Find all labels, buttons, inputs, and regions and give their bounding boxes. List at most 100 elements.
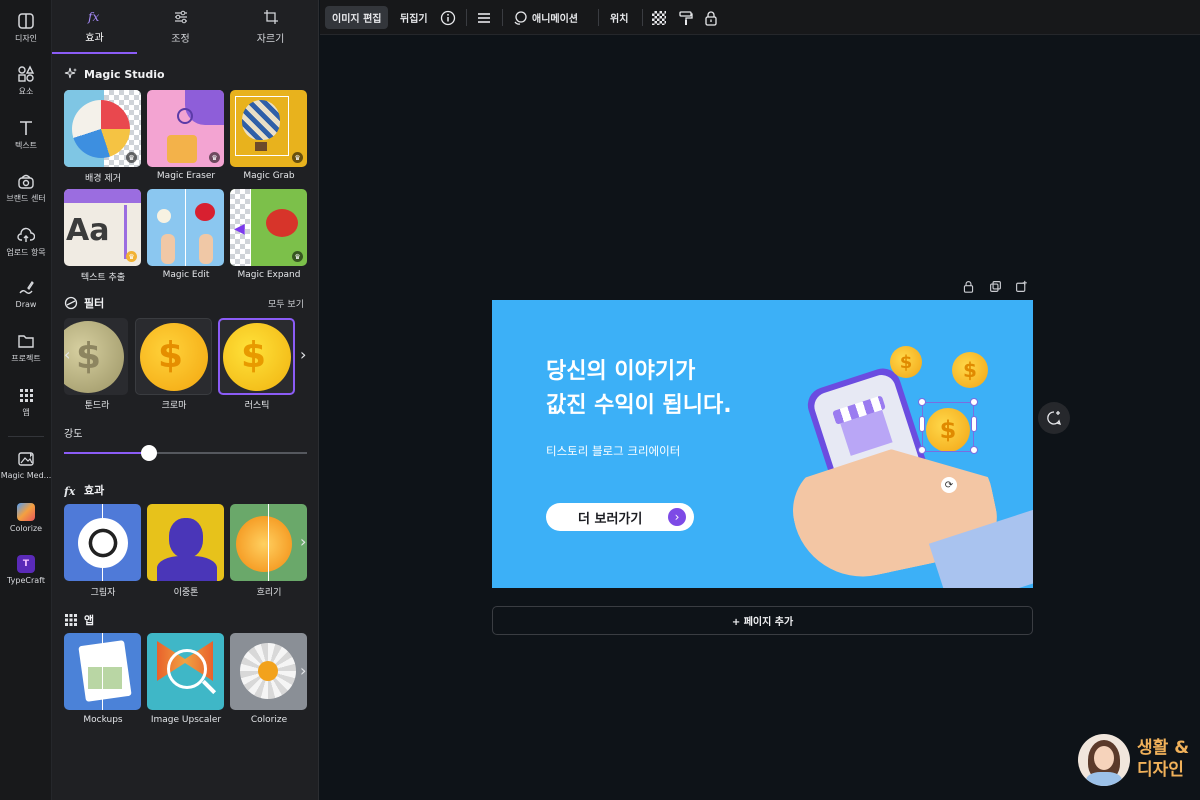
fx-icon: fx [87, 10, 99, 24]
side-handle[interactable] [919, 416, 925, 432]
effects-title: 효과 [84, 484, 105, 497]
rail-item-apps[interactable]: 앱 [0, 386, 52, 418]
resize-handle[interactable] [918, 446, 926, 454]
tab-adjust[interactable]: 조정 [138, 0, 223, 54]
strength-slider-thumb[interactable] [141, 445, 158, 461]
rail-label: 요소 [18, 87, 34, 96]
rail-label: 업로드 항목 [6, 248, 46, 257]
apps-heading: 앱 [64, 612, 94, 628]
paint-roller-button[interactable] [678, 6, 694, 29]
app-image-upscaler[interactable] [147, 633, 224, 710]
add-comment-button[interactable] [1038, 402, 1070, 434]
tool-magic-expand[interactable]: ◀ ♛ [230, 189, 307, 266]
page-duplicate-icon[interactable] [989, 280, 1002, 293]
hot-air-balloon-image [242, 100, 280, 140]
tool-label: Magic Eraser [156, 171, 216, 181]
info-icon [440, 10, 456, 25]
effects-scroll-right-icon[interactable]: › [300, 532, 306, 551]
rail-item-brand[interactable]: 브랜드 센터 [0, 172, 52, 204]
rail-item-draw[interactable]: Draw [0, 279, 52, 309]
rail-item-uploads[interactable]: 업로드 항목 [0, 226, 52, 258]
split-line [268, 504, 269, 581]
magic-studio-title: Magic Studio [84, 67, 165, 81]
avatar [1078, 734, 1130, 786]
paint-roller-icon [679, 10, 693, 25]
subtitle-text[interactable]: 티스토리 블로그 크리에이터 [546, 443, 680, 459]
effect-blur[interactable] [230, 504, 307, 581]
watermark-line-1: 생활 & [1137, 738, 1190, 758]
dollar-sign: $ [241, 335, 267, 376]
folder-icon [18, 335, 34, 348]
design-page[interactable]: 당신의 이야기가 값진 수익이 됩니다. 티스토리 블로그 크리에이터 더 보러… [492, 300, 1033, 588]
filter-rustic[interactable]: $ [218, 318, 295, 395]
animation-button[interactable]: 애니메이션 [512, 6, 578, 29]
tab-effects[interactable]: fx 효과 [52, 0, 137, 54]
strength-slider-track[interactable] [64, 445, 307, 461]
filter-scroll-left-icon[interactable]: ‹ [64, 345, 70, 364]
position-button[interactable]: 위치 [610, 6, 628, 29]
tool-magic-grab[interactable]: ♛ [230, 90, 307, 167]
tool-magic-eraser[interactable]: ♛ [147, 90, 224, 167]
add-page-button[interactable]: + 페이지 추가 [492, 606, 1033, 635]
apps-scroll-right-icon[interactable]: › [300, 661, 306, 680]
app-colorize[interactable] [230, 633, 307, 710]
effect-duotone[interactable] [147, 504, 224, 581]
crown-icon: ♛ [292, 251, 303, 262]
layout-icon [18, 13, 34, 29]
cta-button[interactable]: 더 보러가기 › [546, 503, 694, 531]
effect-shadow[interactable] [64, 504, 141, 581]
headline-line-1[interactable]: 당신의 이야기가 [546, 356, 695, 388]
info-button[interactable] [440, 6, 456, 29]
rail-label: 앱 [22, 408, 30, 417]
resize-handle[interactable] [970, 446, 978, 454]
tab-crop[interactable]: 자르기 [228, 0, 313, 54]
rail-label: 디자인 [14, 34, 38, 43]
rail-item-design[interactable]: 디자인 [0, 12, 52, 44]
app-label: Mockups [83, 715, 123, 725]
rail-label: 브랜드 센터 [6, 194, 46, 203]
context-toolbar: 이미지 편집 뒤집기 애니메이션 위치 [320, 0, 1200, 35]
tool-text-extract[interactable]: Aa ♛ [64, 189, 141, 266]
lock-button[interactable] [703, 6, 719, 29]
transparency-button[interactable] [652, 6, 666, 29]
sparkle-icon [64, 67, 77, 79]
resize-handle[interactable] [970, 398, 978, 406]
coin-image[interactable]: $ [952, 352, 988, 388]
left-rail: 디자인 요소 텍스트 브랜드 센터 업로드 항목 Draw 프로젝트 앱 Mag… [0, 0, 52, 800]
rail-item-colorize[interactable]: Colorize [0, 503, 52, 533]
rail-item-text[interactable]: 텍스트 [0, 119, 52, 151]
hand-image [161, 234, 175, 264]
rail-item-magic-media[interactable]: Magic Med... [0, 450, 52, 480]
coin-image[interactable]: $ [890, 346, 922, 378]
cta-label: 더 보러가기 [578, 511, 643, 527]
rail-item-projects[interactable]: 프로젝트 [0, 332, 52, 364]
tool-magic-edit[interactable] [147, 189, 224, 266]
aa-text-image: Aa [66, 213, 110, 248]
upload-cloud-icon [17, 227, 35, 242]
edit-image-button[interactable]: 이미지 편집 [325, 6, 389, 29]
headline-line-2[interactable]: 값진 수익이 됩니다. [546, 390, 732, 422]
watermark-line-2: 디자인 [1137, 760, 1184, 780]
rail-item-elements[interactable]: 요소 [0, 65, 52, 97]
filter-chroma[interactable]: $ [135, 318, 212, 395]
rotate-handle-icon[interactable]: ⟳ [941, 477, 957, 493]
filter-tundra[interactable]: $ [64, 318, 128, 395]
rail-item-typecraft[interactable]: T TypeCraft [0, 555, 52, 585]
border-style-button[interactable] [476, 6, 492, 29]
tool-bg-remover[interactable]: ♛ [64, 90, 141, 167]
eraser-cursor-icon [177, 108, 193, 124]
flip-button[interactable]: 뒤집기 [400, 6, 428, 29]
rail-label: 프로젝트 [11, 354, 41, 363]
page-lock-icon[interactable] [962, 280, 975, 293]
tool-label: Magic Expand [237, 270, 301, 280]
filter-scroll-right-icon[interactable]: › [300, 345, 306, 364]
filters-see-all-link[interactable]: 모두 보기 [268, 297, 304, 310]
purple-band [64, 189, 141, 203]
balloon-basket [255, 142, 267, 151]
app-mockups[interactable] [64, 633, 141, 710]
side-handle[interactable] [971, 416, 977, 432]
resize-handle[interactable] [918, 398, 926, 406]
daisy-center [258, 661, 278, 681]
tab-label: 효과 [85, 33, 104, 44]
page-add-icon[interactable] [1015, 280, 1028, 293]
